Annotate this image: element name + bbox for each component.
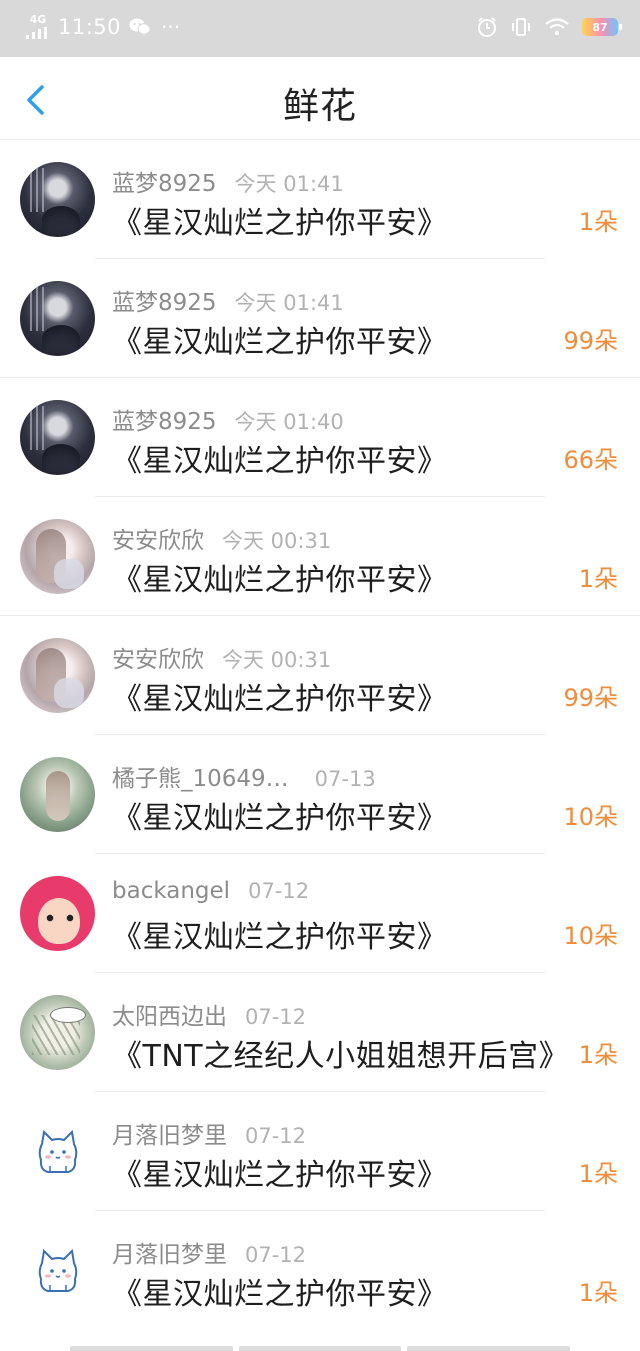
avatar[interactable] — [20, 400, 95, 475]
avatar[interactable] — [20, 519, 95, 594]
item-meta: 太阳西边出 07-12 — [112, 997, 306, 1031]
timestamp: 今天 01:41 — [234, 291, 344, 315]
status-bar: 4G 11:50 ··· 87 — [0, 0, 640, 57]
timestamp: 今天 00:31 — [222, 529, 332, 553]
list-item[interactable]: 安安欣欣 今天 00:31 《星汉灿烂之护你平安》 1朵 — [0, 497, 640, 616]
book-title[interactable]: 《星汉灿烂之护你平安》 — [112, 436, 448, 480]
tab-hint-segment — [407, 1346, 571, 1351]
timestamp: 07-12 — [248, 879, 310, 903]
book-title[interactable]: 《星汉灿烂之护你平安》 — [112, 555, 448, 599]
list-item[interactable]: 蓝梦8925 今天 01:41 《星汉灿烂之护你平安》 1朵 — [0, 140, 640, 259]
timestamp: 今天 01:41 — [234, 172, 344, 196]
signal-indicator: 4G — [26, 14, 50, 39]
book-title[interactable]: 《星汉灿烂之护你平安》 — [112, 793, 448, 837]
username[interactable]: 月落旧梦里 — [112, 1116, 227, 1150]
item-meta: 蓝梦8925 今天 01:41 — [112, 164, 344, 198]
username[interactable]: 蓝梦8925 — [112, 402, 217, 436]
battery-icon: 87 — [582, 18, 622, 36]
more-notifications: ··· — [161, 14, 181, 39]
flower-count: 66朵 — [563, 446, 618, 474]
flower-count: 10朵 — [563, 922, 618, 950]
flower-count: 10朵 — [563, 803, 618, 831]
avatar[interactable] — [20, 757, 95, 832]
book-title[interactable]: 《星汉灿烂之护你平安》 — [112, 674, 448, 718]
list-item[interactable]: 安安欣欣 今天 00:31 《星汉灿烂之护你平安》 99朵 — [0, 616, 640, 735]
username[interactable]: 安安欣欣 — [112, 521, 204, 555]
item-meta: 安安欣欣 今天 00:31 — [112, 521, 331, 555]
list-item[interactable]: 月落旧梦里 07-12 《星汉灿烂之护你平安》 1朵 — [0, 1211, 640, 1330]
username[interactable]: 蓝梦8925 — [112, 283, 217, 317]
flower-count: 1朵 — [578, 1160, 618, 1188]
cat-avatar-icon — [38, 1129, 78, 1173]
flower-list: 蓝梦8925 今天 01:41 《星汉灿烂之护你平安》 1朵 蓝梦8925 今天… — [0, 140, 640, 1330]
list-item[interactable]: backangel 07-12 《星汉灿烂之护你平安》 10朵 — [0, 854, 640, 973]
item-meta: 安安欣欣 今天 00:31 — [112, 640, 331, 674]
book-title[interactable]: 《星汉灿烂之护你平安》 — [112, 317, 448, 361]
status-right: 87 — [476, 16, 622, 38]
status-left: 4G 11:50 ··· — [26, 14, 180, 39]
timestamp: 07-13 — [314, 767, 376, 791]
tab-hint-segment — [70, 1346, 233, 1351]
username[interactable]: 月落旧梦里 — [112, 1235, 227, 1269]
avatar[interactable] — [20, 995, 95, 1070]
page-title: 鲜花 — [282, 86, 357, 127]
timestamp: 07-12 — [245, 1124, 307, 1148]
username[interactable]: 蓝梦8925 — [112, 164, 217, 198]
flower-count: 1朵 — [578, 1041, 618, 1069]
cat-avatar-icon — [38, 1248, 78, 1292]
item-meta: 蓝梦8925 今天 01:40 — [112, 402, 344, 436]
list-item[interactable]: 橘子熊_10649… 07-13 《星汉灿烂之护你平安》 10朵 — [0, 735, 640, 854]
item-meta: 橘子熊_10649… 07-13 — [112, 759, 376, 793]
timestamp: 07-12 — [245, 1243, 307, 1267]
clock: 11:50 — [58, 14, 122, 39]
book-title[interactable]: 《星汉灿烂之护你平安》 — [112, 1150, 448, 1194]
tab-hint-segment — [238, 1346, 402, 1351]
vibrate-icon — [512, 18, 530, 36]
avatar[interactable] — [20, 162, 95, 237]
item-meta: 蓝梦8925 今天 01:41 — [112, 283, 344, 317]
list-item[interactable]: 月落旧梦里 07-12 《星汉灿烂之护你平安》 1朵 — [0, 1092, 640, 1211]
avatar[interactable] — [20, 281, 95, 356]
nav-header: 鲜花 — [0, 57, 640, 139]
flower-count: 1朵 — [578, 1279, 618, 1307]
book-title[interactable]: 《TNT之经纪人小姐姐想开后宫》 — [112, 1031, 569, 1075]
alarm-icon — [478, 17, 496, 37]
timestamp: 今天 01:40 — [234, 410, 344, 434]
flower-count: 99朵 — [563, 327, 618, 355]
flower-count: 1朵 — [578, 565, 618, 593]
avatar[interactable] — [20, 638, 95, 713]
item-meta: 月落旧梦里 07-12 — [112, 1116, 306, 1150]
timestamp: 今天 00:31 — [222, 648, 332, 672]
flower-count: 1朵 — [578, 208, 618, 236]
list-item[interactable]: 蓝梦8925 今天 01:41 《星汉灿烂之护你平安》 99朵 — [0, 259, 640, 378]
username[interactable]: 安安欣欣 — [112, 640, 204, 674]
signal-bars-icon — [26, 27, 47, 39]
book-title[interactable]: 《星汉灿烂之护你平安》 — [112, 912, 448, 956]
book-title[interactable]: 《星汉灿烂之护你平安》 — [112, 1269, 448, 1313]
battery-level: 87 — [592, 20, 608, 34]
username[interactable]: backangel — [112, 878, 230, 904]
username[interactable]: 太阳西边出 — [112, 997, 227, 1031]
list-item[interactable]: 太阳西边出 07-12 《TNT之经纪人小姐姐想开后宫》 1朵 — [0, 973, 640, 1092]
avatar[interactable] — [20, 1114, 95, 1189]
bottom-tab-hint — [70, 1346, 571, 1351]
list-item[interactable]: 蓝梦8925 今天 01:40 《星汉灿烂之护你平安》 66朵 — [0, 378, 640, 497]
username[interactable]: 橘子熊_10649… — [112, 759, 289, 793]
avatar[interactable] — [20, 1233, 95, 1308]
avatar[interactable] — [20, 876, 95, 951]
timestamp: 07-12 — [245, 1005, 307, 1029]
flower-count: 99朵 — [563, 684, 618, 712]
item-meta: 月落旧梦里 07-12 — [112, 1235, 306, 1269]
book-title[interactable]: 《星汉灿烂之护你平安》 — [112, 198, 448, 242]
item-meta: backangel 07-12 — [112, 878, 309, 904]
wechat-icon — [129, 18, 151, 35]
wifi-icon — [545, 18, 569, 36]
network-type: 4G — [29, 13, 47, 26]
